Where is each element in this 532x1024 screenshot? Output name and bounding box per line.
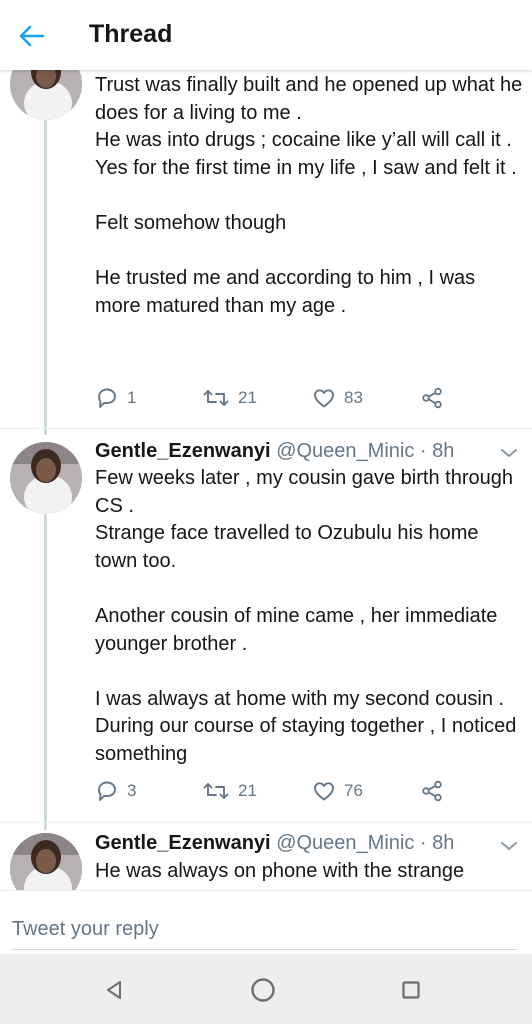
timestamp: · 8h	[419, 832, 455, 854]
back-button[interactable]	[14, 18, 50, 54]
chevron-down-icon	[501, 449, 517, 457]
retweet-button[interactable]: 21	[202, 779, 257, 803]
tweet-text: He was always on phone with the strange	[95, 860, 465, 882]
profile-photo	[10, 442, 82, 514]
retweet-icon	[203, 390, 229, 406]
tweet-actions: 3 21 76	[95, 779, 455, 809]
share-button[interactable]	[420, 386, 444, 410]
tweet-header: Gentle_Ezenwanyi @Queen_Minic · 8h	[95, 440, 454, 463]
nav-back-button[interactable]	[98, 974, 130, 1006]
share-icon	[422, 387, 442, 409]
nav-recents-button[interactable]	[395, 974, 427, 1006]
tweet-actions: 1 21 83	[95, 386, 455, 416]
reply-icon	[98, 781, 116, 801]
like-button[interactable]: 76	[312, 779, 363, 803]
avatar[interactable]	[10, 833, 82, 890]
top-app-bar: Thread	[0, 0, 532, 70]
system-nav-bar	[0, 954, 532, 1024]
like-count: 83	[344, 388, 363, 407]
like-count: 76	[344, 781, 363, 800]
triangle-back-icon	[107, 981, 121, 999]
display-name[interactable]: Gentle_Ezenwanyi	[95, 832, 271, 854]
reply-button[interactable]: 3	[95, 779, 136, 803]
like-button[interactable]: 83	[312, 386, 363, 410]
tweet-text: Trust was finally built and he opened up…	[95, 74, 523, 317]
retweet-count: 21	[238, 388, 257, 407]
reply-count: 1	[127, 388, 137, 407]
avatar[interactable]	[10, 442, 82, 514]
share-icon	[422, 780, 442, 802]
thread-connector	[44, 510, 47, 830]
retweet-icon	[203, 783, 229, 799]
tweet-divider	[0, 822, 532, 823]
heart-icon	[314, 389, 334, 408]
tweet-divider	[0, 428, 532, 429]
retweet-count: 21	[238, 781, 257, 800]
reply-input[interactable]	[12, 909, 517, 950]
reply-icon	[98, 388, 116, 408]
reply-button[interactable]: 1	[95, 386, 136, 410]
heart-icon	[314, 782, 334, 801]
reply-count: 3	[127, 781, 137, 800]
thread-connector	[44, 120, 47, 435]
share-button[interactable]	[420, 779, 444, 803]
profile-photo	[10, 70, 82, 120]
nav-home-button[interactable]	[247, 974, 279, 1006]
user-handle[interactable]: @Queen_Minic	[276, 440, 414, 462]
retweet-button[interactable]: 21	[202, 386, 257, 410]
user-handle[interactable]: @Queen_Minic	[276, 832, 414, 854]
tweet-menu-button[interactable]	[498, 838, 520, 854]
reply-composer	[0, 890, 532, 955]
profile-photo	[10, 833, 82, 890]
tweet-text: Few weeks later , my cousin gave birth t…	[95, 467, 517, 765]
circle-home-icon	[251, 978, 275, 1002]
arrow-left-icon	[19, 25, 45, 47]
square-recents-icon	[402, 981, 420, 999]
display-name[interactable]: Gentle_Ezenwanyi	[95, 440, 271, 462]
thread-feed[interactable]: Trust was finally built and he opened up…	[0, 70, 532, 890]
page-title: Thread	[89, 20, 173, 48]
chevron-down-icon	[501, 842, 517, 850]
tweet-menu-button[interactable]	[498, 445, 520, 461]
avatar[interactable]	[10, 70, 82, 120]
timestamp: · 8h	[419, 440, 455, 462]
tweet-header: Gentle_Ezenwanyi @Queen_Minic · 8h	[95, 832, 454, 855]
